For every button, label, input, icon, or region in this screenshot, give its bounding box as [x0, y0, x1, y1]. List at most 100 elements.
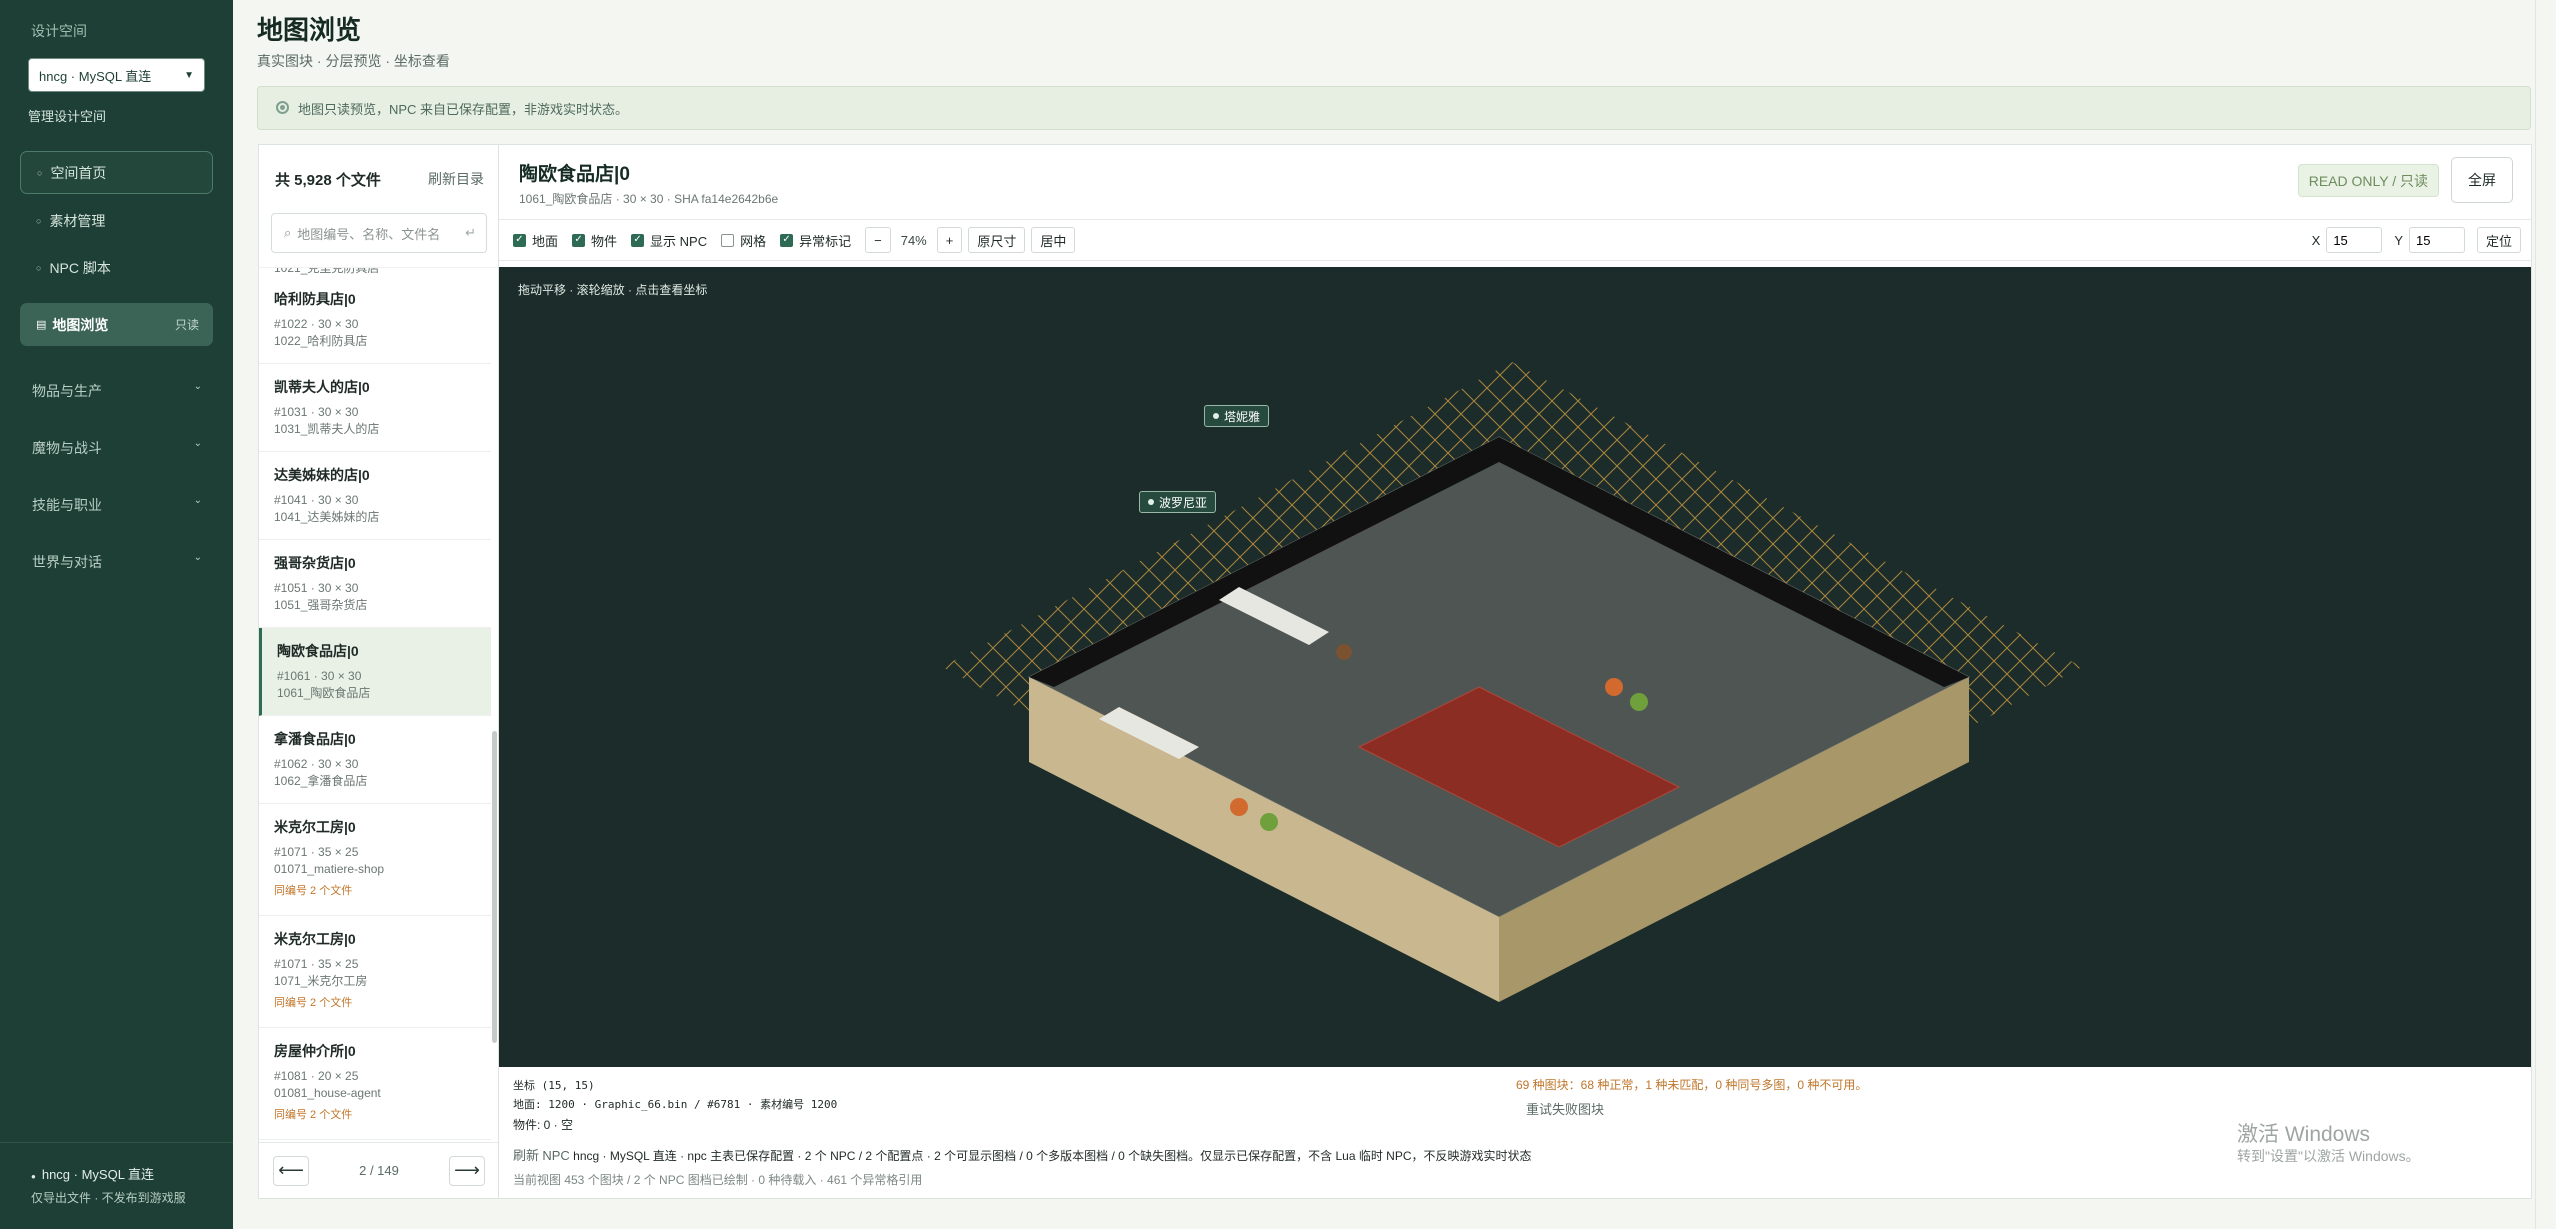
map-render[interactable] — [499, 267, 2531, 1067]
map-subtitle: 1061_陶欧食品店 · 30 × 30 · SHA fa14e2642b6e — [519, 192, 779, 206]
npc-tag[interactable]: 波罗尼亚 — [1139, 491, 1217, 513]
map-id: #1081 · 20 × 25 — [274, 1069, 359, 1083]
zoom-out-button[interactable]: − — [865, 227, 891, 253]
map-file: 1031_凯蒂夫人的店 — [274, 422, 380, 436]
map-id: #1022 · 30 × 30 — [274, 317, 359, 331]
list-item[interactable]: 凯蒂夫人的店|0 #1031 · 30 × 30 1031_凯蒂夫人的店 — [259, 364, 491, 452]
search-placeholder: 地图编号、名称、文件名 — [297, 226, 441, 242]
list-item[interactable]: 米克尔工房|0 #1071 · 35 × 25 01071_matiere-sho… — [259, 804, 491, 916]
anomaly-toggle[interactable]: ✓ 异常标记 — [780, 231, 851, 250]
tile-warning: 69 种图块：68 种正常，1 种未匹配，0 种同号多图，0 种不可用。 — [1516, 1078, 1868, 1092]
file-count: 共 5,928 个文件 — [275, 172, 381, 189]
list-item-selected[interactable]: 陶欧食品店|0 #1061 · 30 × 30 1061_陶欧食品店 — [259, 628, 491, 716]
zoom-in-button[interactable]: + — [936, 227, 963, 253]
locate-button[interactable]: 定位 — [2476, 227, 2521, 253]
map-id: #1031 · 30 × 30 — [274, 405, 359, 419]
duplicate-badge: 同编号 2 个文件 — [274, 997, 353, 1009]
bullet-icon: ○ — [36, 262, 42, 273]
map-name: 米克尔工房|0 — [274, 819, 356, 835]
y-label: Y — [2394, 232, 2403, 248]
chevron-down-icon: ⌄ — [193, 552, 202, 563]
list-item[interactable]: 米克尔工房|0 #1071 · 35 × 25 1071_米克尔工房 同编号 2 … — [259, 916, 491, 1028]
show-npc-toggle[interactable]: ✓ 显示 NPC — [631, 231, 707, 250]
fullscreen-button[interactable]: 全屏 — [2451, 157, 2513, 203]
list-item[interactable]: 达美姊妹的店|0 #1041 · 30 × 30 1041_达美姊妹的店 — [259, 452, 491, 540]
npc-summary: hncg · MySQL 直连 · npc 主表已保存配置 · 2 个 NPC … — [573, 1149, 1532, 1163]
barrel — [1336, 644, 1352, 660]
map-toolbar: ✓ 地面 ✓ 物件 ✓ 显示 NPC 网格 ✓ 异常标记 − 74% + 原尺寸 居中 … — [499, 219, 2531, 261]
map-file: 1062_拿潘食品店 — [274, 774, 368, 788]
map-meta: #1041 · 30 × 30 1041_达美姊妹的店 — [274, 492, 491, 526]
sidebar-item-label: 素材管理 — [49, 212, 106, 229]
map-file-list: 共 5,928 个文件 刷新目录 ⌕ 地图编号、名称、文件名 ↵ 1021_克里… — [258, 144, 499, 1199]
sidebar-item-label: NPC 脚本 — [49, 259, 111, 276]
search-input[interactable]: ⌕ 地图编号、名称、文件名 ↵ — [271, 213, 487, 253]
toggle-label: 地面 — [532, 233, 559, 249]
sidebar-item-map-browser[interactable]: ▤ 地图浏览 只读 — [20, 303, 213, 346]
npc-info: 刷新 NPC hncg · MySQL 直连 · npc 主表已保存配置 · 2… — [513, 1145, 1532, 1164]
zoom-level: 74% — [900, 232, 927, 248]
objects-layer-toggle[interactable]: ✓ 物件 — [572, 231, 617, 250]
x-label: X — [2311, 232, 2321, 248]
map-name: 强哥杂货店|0 — [274, 555, 356, 571]
window-edge — [2535, 0, 2556, 1229]
map-name: 陶欧食品店|0 — [277, 643, 359, 659]
produce — [1260, 813, 1278, 831]
alert-text: 地图只读预览，NPC 来自已保存配置，非游戏实时状态。 — [298, 101, 629, 117]
workspace-select-value: hncg · MySQL 直连 — [39, 68, 152, 84]
center-button[interactable]: 居中 — [1031, 227, 1076, 253]
map-canvas[interactable]: 拖动平移 · 滚轮缩放 · 点击查看坐标 塔妮雅 波罗尼亚 — [499, 267, 2531, 1067]
sidebar: 设计空间 hncg · MySQL 直连 ▼ 管理设计空间 ○ 空间首页 ○ 素… — [0, 0, 233, 1229]
sidebar-item-home[interactable]: ○ 空间首页 — [20, 151, 213, 194]
original-size-button[interactable]: 原尺寸 — [968, 227, 1026, 253]
next-page-button[interactable]: ⟶ — [448, 1155, 485, 1186]
list-item[interactable]: 拿潘食品店|0 #1062 · 30 × 30 1062_拿潘食品店 — [259, 716, 491, 804]
retry-failed-tiles-button[interactable]: 重试失败图块 — [1526, 1099, 1604, 1118]
sidebar-group-world[interactable]: 世界与对话 ⌄ — [32, 552, 202, 572]
checkbox-checked-icon: ✓ — [780, 233, 794, 247]
chevron-down-icon: ⌄ — [193, 495, 202, 506]
sidebar-group-skills[interactable]: 技能与职业 ⌄ — [32, 495, 202, 515]
manage-workspace-link[interactable]: 管理设计空间 — [28, 106, 106, 125]
map-title: 陶欧食品店|0 — [519, 164, 630, 185]
duplicate-badge: 同编号 2 个文件 — [274, 885, 353, 897]
sidebar-group-items[interactable]: 物品与生产 ⌄ — [32, 381, 202, 401]
map-id: #1062 · 30 × 30 — [274, 757, 359, 771]
prev-page-button[interactable]: ⟵ — [273, 1155, 309, 1186]
sidebar-group-label: 技能与职业 — [32, 497, 102, 513]
sidebar-item-npc-script[interactable]: ○ NPC 脚本 — [20, 246, 213, 289]
workspace-select[interactable]: hncg · MySQL 直连 ▼ — [28, 58, 205, 92]
coordinate-locator: X Y 定位 — [2312, 227, 2521, 253]
sidebar-item-assets[interactable]: ○ 素材管理 — [20, 199, 213, 242]
scrollbar[interactable] — [492, 731, 497, 1043]
file-list-scroll[interactable]: 1021_克里克防具店 哈利防具店|0 #1022 · 30 × 30 1022_… — [259, 267, 499, 1143]
map-file: 1041_达美姊妹的店 — [274, 510, 380, 524]
main-content: 地图浏览 真实图块 · 分层预览 · 坐标查看 地图只读预览，NPC 来自已保存… — [233, 0, 2556, 1229]
app-root: 设计空间 hncg · MySQL 直连 ▼ 管理设计空间 ○ 空间首页 ○ 素… — [0, 0, 2556, 1229]
export-note: 仅导出文件 · 不发布到游戏服 — [31, 1191, 186, 1205]
map-meta: #1061 · 30 × 30 1061_陶欧食品店 — [277, 668, 491, 702]
map-name: 米克尔工房|0 — [274, 931, 356, 947]
ground-layer-toggle[interactable]: ✓ 地面 — [513, 231, 558, 250]
list-item[interactable]: 房屋仲介所|0 #1081 · 20 × 25 01081_house-agent… — [259, 1028, 491, 1140]
windows-watermark-title: 激活 Windows — [2237, 1123, 2371, 1146]
list-item[interactable]: 强哥杂货店|0 #1051 · 30 × 30 1051_强哥杂货店 — [259, 540, 491, 628]
y-input[interactable] — [2408, 227, 2465, 253]
sidebar-group-monsters[interactable]: 魔物与战斗 ⌄ — [32, 438, 202, 458]
list-item[interactable]: 哈利防具店|0 #1022 · 30 × 30 1022_哈利防具店 — [259, 276, 491, 364]
npc-tag[interactable]: 塔妮雅 — [1204, 405, 1270, 427]
tile-info-panel: 坐标 (15, 15) 地面: 1200 · Graphic_66.bin / … — [499, 1067, 2531, 1198]
grid-toggle[interactable]: 网格 — [721, 231, 766, 250]
npc-refresh-button[interactable]: 刷新 — [513, 1148, 539, 1163]
bullet-icon: ○ — [37, 167, 43, 178]
toggle-label: 物件 — [591, 233, 618, 249]
sidebar-item-label: 空间首页 — [50, 164, 107, 181]
map-id: #1041 · 30 × 30 — [274, 493, 359, 507]
list-item-partial: 1021_克里克防具店 — [274, 267, 380, 275]
x-input[interactable] — [2326, 227, 2383, 253]
canvas-hint: 拖动平移 · 滚轮缩放 · 点击查看坐标 — [518, 283, 708, 297]
page-subtitle: 真实图块 · 分层预览 · 坐标查看 — [257, 53, 450, 69]
refresh-directory-button[interactable]: 刷新目录 — [428, 169, 484, 189]
checkbox-checked-icon: ✓ — [631, 233, 645, 247]
chevron-down-icon: ⌄ — [193, 438, 202, 449]
